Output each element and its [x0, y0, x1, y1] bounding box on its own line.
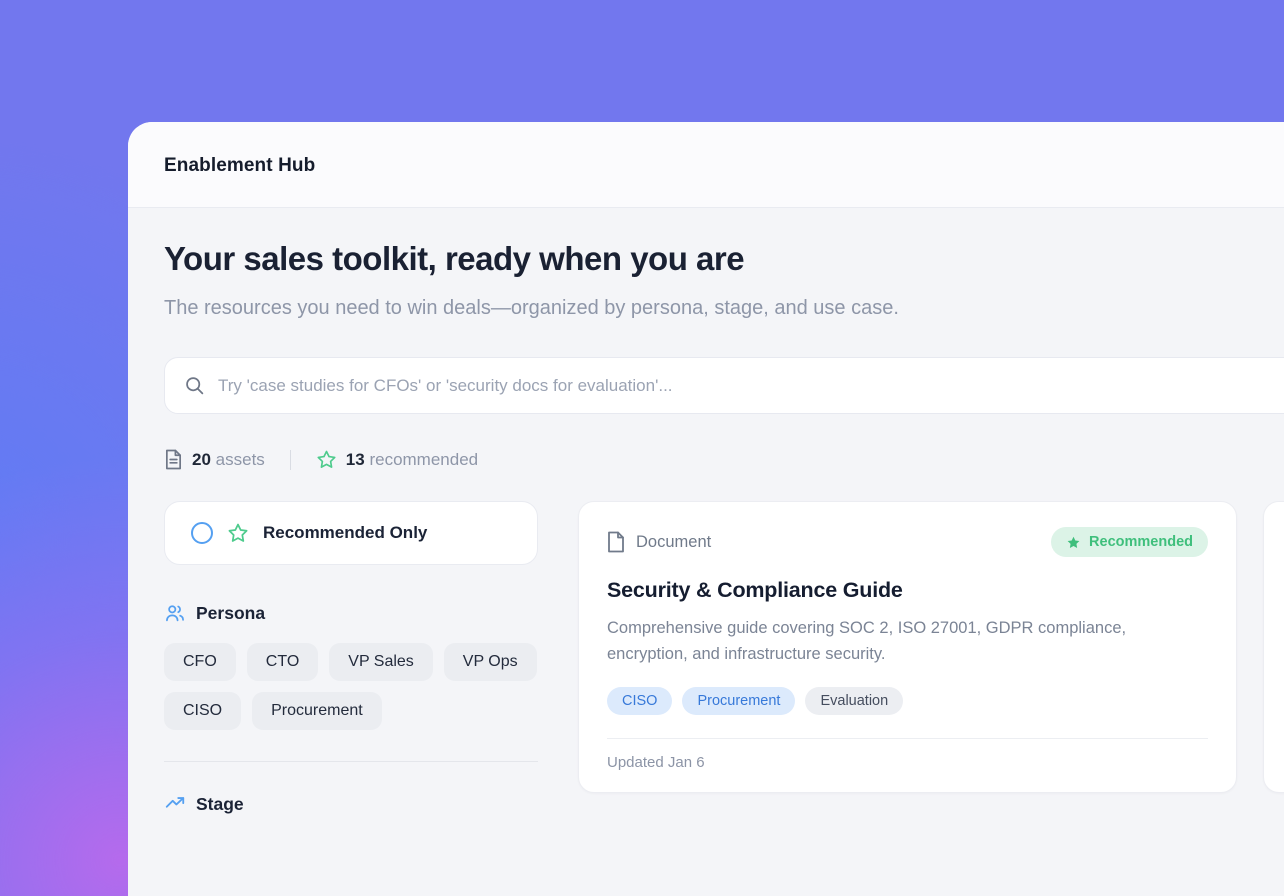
stats-row: 20 assets 13 recommended — [164, 449, 1284, 470]
persona-chip-ciso[interactable]: CISO — [164, 692, 241, 730]
star-filled-icon — [1066, 535, 1081, 550]
assets-label: assets — [216, 450, 265, 469]
recommended-only-toggle[interactable]: Recommended Only — [164, 501, 538, 565]
content-row: Recommended Only Persona CFO CTO VP Sale… — [164, 501, 1284, 815]
persona-chip-cto[interactable]: CTO — [247, 643, 318, 681]
assets-stat: 20 assets — [164, 449, 265, 470]
file-icon — [607, 531, 625, 553]
trending-up-icon — [164, 793, 186, 815]
cards-row: Document Recommended Security & Complian… — [578, 501, 1284, 793]
stage-section-header: Stage — [164, 793, 538, 815]
star-outline-icon — [227, 522, 249, 544]
asset-card-partial[interactable] — [1263, 501, 1284, 793]
persona-chip-vp-sales[interactable]: VP Sales — [329, 643, 433, 681]
sidebar-divider — [164, 761, 538, 762]
page-subtitle: The resources you need to win deals—orga… — [164, 290, 1009, 327]
persona-chip-cfo[interactable]: CFO — [164, 643, 236, 681]
recommended-only-radio[interactable] — [191, 522, 213, 544]
card-type: Document — [607, 531, 711, 553]
persona-section-header: Persona — [164, 602, 538, 624]
card-tags: CISO Procurement Evaluation — [607, 687, 1208, 715]
recommended-badge: Recommended — [1051, 527, 1208, 557]
page-title: Your sales toolkit, ready when you are — [164, 240, 1284, 278]
card-title: Security & Compliance Guide — [607, 578, 1208, 603]
star-outline-icon — [316, 449, 337, 470]
tag-ciso[interactable]: CISO — [607, 687, 672, 715]
stats-divider — [290, 450, 291, 470]
recommended-badge-label: Recommended — [1089, 534, 1193, 550]
card-description: Comprehensive guide covering SOC 2, ISO … — [607, 615, 1187, 668]
search-icon — [184, 375, 205, 396]
panel-header: Enablement Hub — [128, 122, 1284, 208]
recommended-count: 13 — [346, 450, 365, 469]
persona-section-title: Persona — [196, 603, 265, 624]
search-input[interactable] — [218, 376, 1284, 396]
search-box[interactable] — [164, 357, 1284, 414]
stage-section-title: Stage — [196, 794, 244, 815]
card-updated-text: Updated Jan 6 — [607, 738, 1208, 792]
app-title: Enablement Hub — [164, 155, 1284, 177]
users-icon — [164, 602, 186, 624]
main-panel: Enablement Hub Your sales toolkit, ready… — [128, 122, 1284, 896]
persona-chip-vp-ops[interactable]: VP Ops — [444, 643, 537, 681]
filters-sidebar: Recommended Only Persona CFO CTO VP Sale… — [164, 501, 538, 815]
card-type-label: Document — [636, 533, 711, 552]
recommended-stat: 13 recommended — [316, 449, 478, 470]
assets-count: 20 — [192, 450, 211, 469]
asset-card-security-compliance-guide[interactable]: Document Recommended Security & Complian… — [578, 501, 1237, 793]
recommended-only-label: Recommended Only — [263, 523, 427, 543]
persona-chip-procurement[interactable]: Procurement — [252, 692, 382, 730]
tag-evaluation[interactable]: Evaluation — [805, 687, 903, 715]
panel-body: Your sales toolkit, ready when you are T… — [128, 208, 1284, 815]
tag-procurement[interactable]: Procurement — [682, 687, 795, 715]
persona-chips: CFO CTO VP Sales VP Ops CISO Procurement — [164, 643, 538, 730]
document-icon — [164, 449, 183, 470]
card-top-row: Document Recommended — [607, 527, 1208, 557]
recommended-label: recommended — [369, 450, 478, 469]
